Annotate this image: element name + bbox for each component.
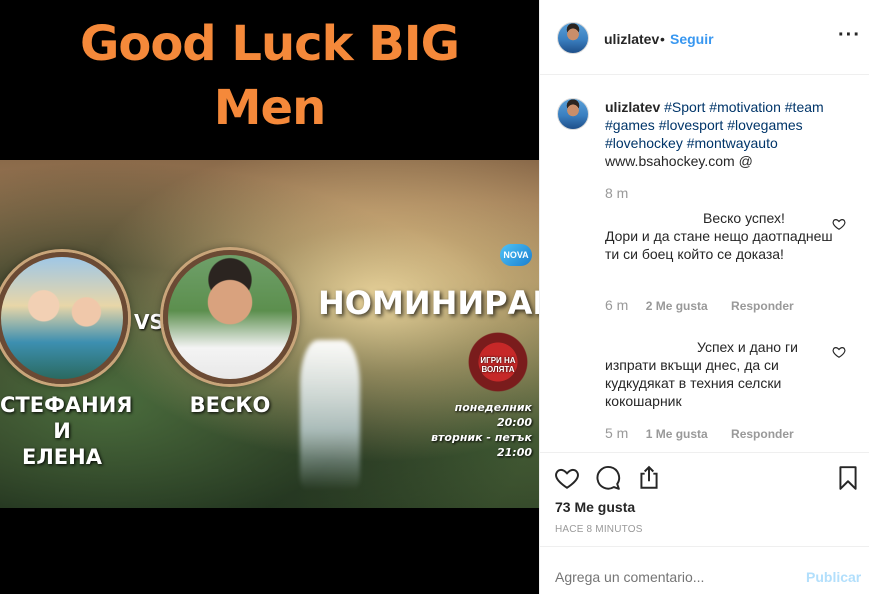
comment-item: Веско успех! Дори и да стане нещо даотпа…: [605, 209, 835, 263]
comment-input[interactable]: [555, 569, 785, 585]
username-link[interactable]: ulizlatev: [604, 31, 659, 47]
hashtag-link[interactable]: #games: [605, 117, 655, 133]
caption-link: www.bsahockey.com @: [605, 153, 753, 169]
comment-text-line: Успех и дано ги: [697, 339, 798, 355]
bookmark-icon[interactable]: [835, 465, 861, 491]
portrait-right: [163, 250, 297, 384]
follow-button[interactable]: Seguir: [670, 31, 714, 47]
caption-avatar[interactable]: [557, 98, 589, 130]
caption-timestamp[interactable]: 8 m: [605, 185, 628, 201]
comment-bubble-icon[interactable]: [595, 465, 621, 491]
post-header: ulizlatev • Seguir ···: [540, 0, 869, 75]
more-horizontal-icon[interactable]: ···: [838, 24, 861, 47]
show-logo-text: ИГРИ НА ВОЛЯТА: [480, 356, 516, 374]
schedule-line-1: понеделник 20:00: [454, 401, 532, 429]
comment-timestamp[interactable]: 5 m: [605, 425, 628, 441]
headline-line-1: Good Luck BIG: [79, 16, 460, 72]
portrait-left: [0, 252, 128, 384]
post-side-panel: ulizlatev • Seguir ··· ulizlatev #Sport …: [539, 0, 869, 594]
reply-button[interactable]: Responder: [731, 299, 794, 313]
media-headline: Good Luck BIG Men: [0, 12, 539, 140]
hashtag-link[interactable]: #lovehockey: [605, 135, 683, 151]
hashtag-link[interactable]: #team: [785, 99, 824, 115]
comment-item: Успех и дано ги изпрати вкъщи днес, да с…: [605, 338, 835, 410]
comment-timestamp[interactable]: 6 m: [605, 297, 628, 313]
name-left-line-1: СТЕФАНИЯ И: [0, 393, 133, 443]
comment-likes-link[interactable]: 1 Me gusta: [646, 427, 708, 441]
add-comment-bar: Publicar: [540, 546, 869, 594]
separator-dot: •: [660, 31, 665, 47]
nominated-title: НОМИНИРАНИ: [318, 284, 539, 322]
hashtag-link[interactable]: #lovesport: [659, 117, 724, 133]
post-actions: [540, 452, 869, 502]
comment-text: Дори и да стане нещо даотпаднеш ти си бо…: [605, 228, 833, 262]
schedule: понеделник 20:00 вторник - петък 21:00: [424, 400, 532, 460]
comment-meta: 6 m 2 Me gusta Responder: [605, 297, 814, 313]
hashtag-link[interactable]: #motivation: [709, 99, 781, 115]
reply-button[interactable]: Responder: [731, 427, 794, 441]
share-icon[interactable]: [636, 465, 662, 491]
hashtag-link[interactable]: #Sport: [664, 99, 705, 115]
like-heart-icon[interactable]: [554, 465, 580, 491]
name-left: СТЕФАНИЯ И ЕЛЕНА: [0, 392, 133, 470]
schedule-line-2: вторник - петък 21:00: [431, 431, 532, 459]
caption-username-link[interactable]: ulizlatev: [605, 99, 660, 115]
comment-text-line: Веско успех!: [703, 210, 785, 226]
channel-logo: NOVA: [500, 244, 532, 266]
hashtag-link[interactable]: #montwayauto: [687, 135, 778, 151]
headline-line-2: Men: [213, 80, 327, 136]
media-image: VS. СТЕФАНИЯ И ЕЛЕНА ВЕСКО НОМИНИРАНИ NO…: [0, 160, 539, 508]
waterfall-graphic: [300, 340, 360, 490]
comment-meta: 5 m 1 Me gusta Responder: [605, 425, 814, 441]
comment-likes-link[interactable]: 2 Me gusta: [646, 299, 708, 313]
likes-count[interactable]: 73 Me gusta: [555, 499, 635, 515]
post-caption: ulizlatev #Sport #motivation #team #game…: [605, 98, 855, 170]
post-timestamp[interactable]: HACE 8 MINUTOS: [555, 524, 643, 535]
comment-text: изпрати вкъщи днес, да си кудкудякат в т…: [605, 357, 782, 409]
publish-button[interactable]: Publicar: [806, 569, 861, 585]
post-media[interactable]: Good Luck BIG Men VS. СТЕФАНИЯ И ЕЛЕНА В…: [0, 0, 539, 594]
name-left-line-2: ЕЛЕНА: [22, 445, 102, 469]
hashtag-link[interactable]: #lovegames: [727, 117, 803, 133]
name-right: ВЕСКО: [189, 393, 271, 417]
comment-like-heart-icon[interactable]: [832, 217, 846, 231]
avatar[interactable]: [557, 22, 589, 54]
comment-like-heart-icon[interactable]: [832, 345, 846, 359]
